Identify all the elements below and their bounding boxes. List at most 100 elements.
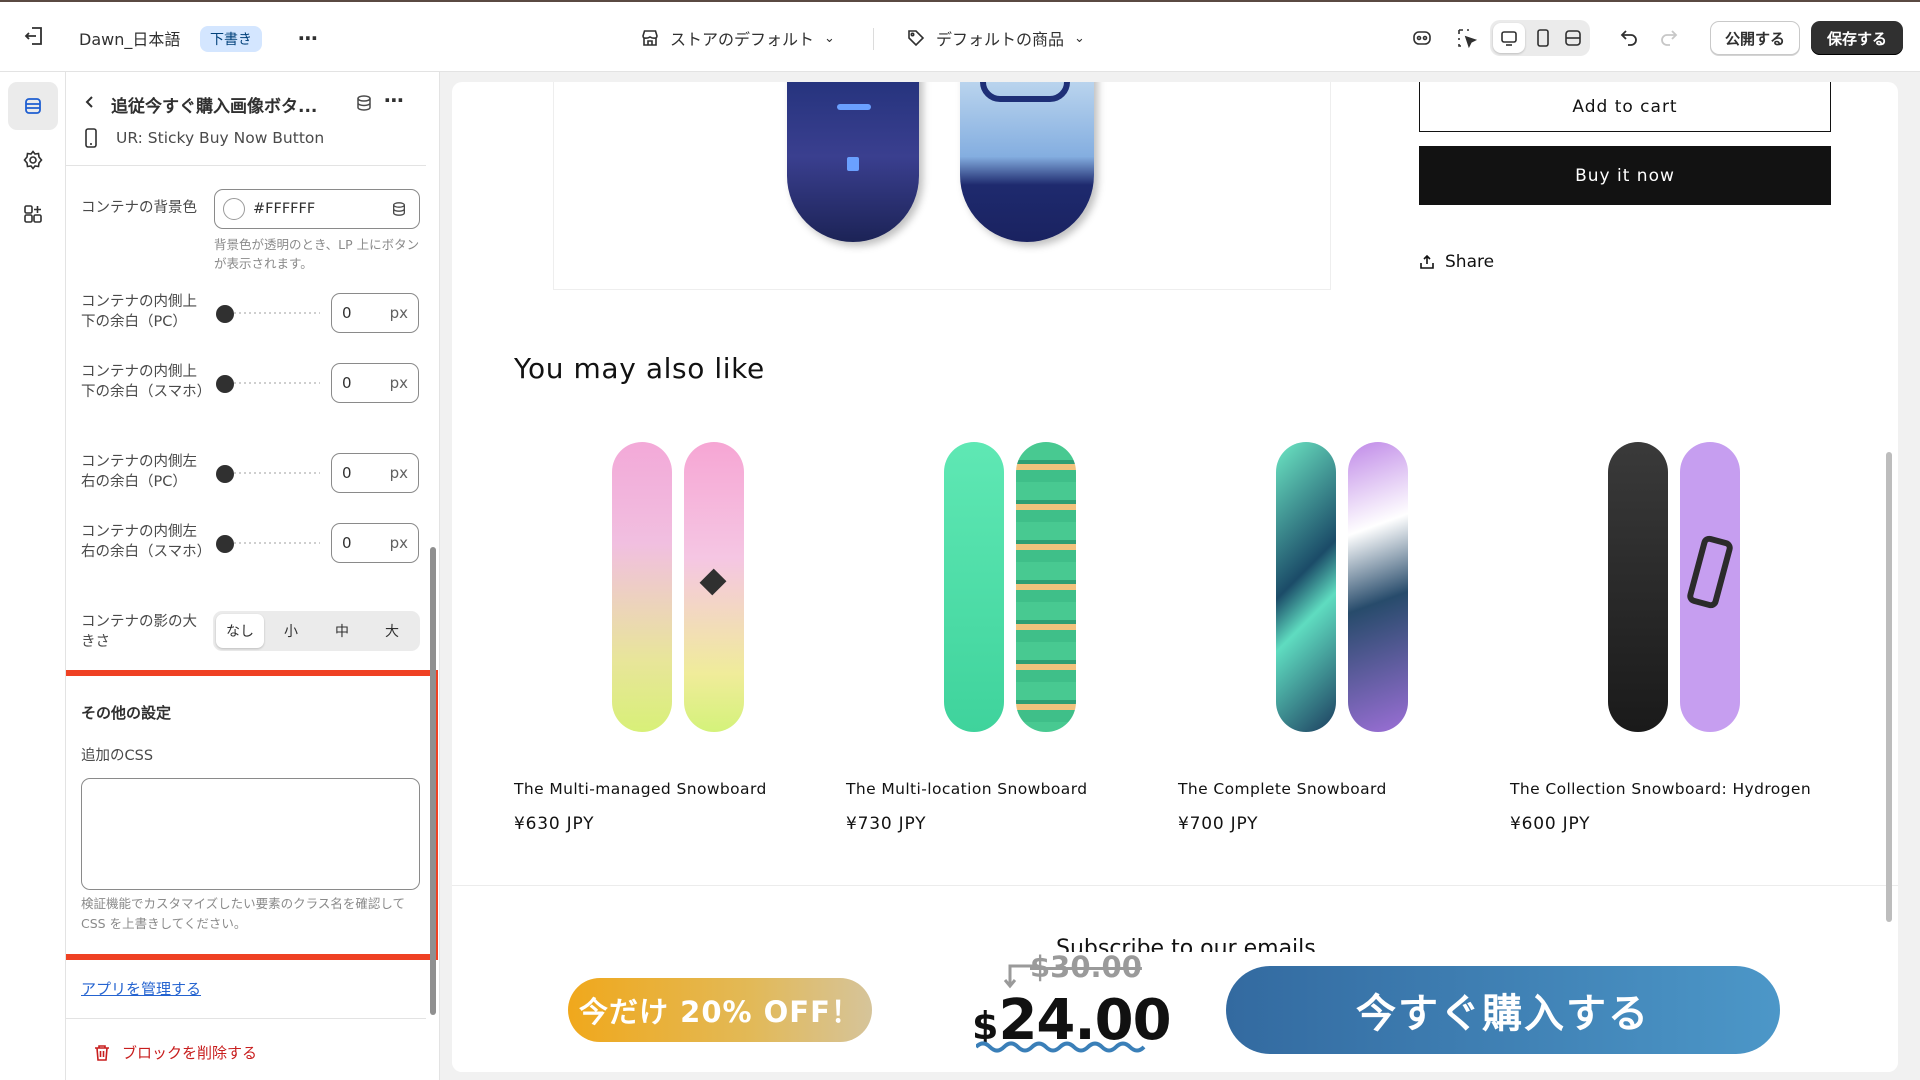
select-element-icon[interactable] [1455,26,1479,50]
product-name: The Multi-managed Snowboard [514,780,767,798]
settings-panel: 追従今すぐ購入画像ボタ... ⋯ UR: Sticky Buy Now Butt… [66,72,440,1080]
shadow-option-none[interactable]: なし [216,614,264,648]
back-icon[interactable] [82,94,98,110]
old-price: $30.00 [1030,950,1142,984]
product-price: ¥700 JPY [1178,814,1259,834]
inspector-icon[interactable] [1410,26,1434,50]
css-textarea[interactable] [81,778,420,890]
section-title: You may also like [514,352,765,385]
add-to-cart-button[interactable]: Add to cart [1419,82,1831,132]
padding-label-pc-horizontal: コンテナの内側左右の余白（PC） [81,454,197,490]
shadow-option-small[interactable]: 小 [267,614,315,648]
buy-now-button[interactable]: Buy it now [1419,146,1831,205]
padding-input[interactable]: 0 px [331,523,419,563]
desktop-view-icon[interactable] [1493,23,1525,53]
padding-input[interactable]: 0 px [331,453,419,493]
panel-more-icon[interactable]: ⋯ [384,88,404,112]
shadow-option-medium[interactable]: 中 [318,614,366,648]
preview-scrollbar[interactable] [1886,452,1892,922]
mobile-view-icon[interactable] [1528,23,1558,53]
divider [66,1018,426,1019]
product-card[interactable]: The Complete Snowboard ¥700 JPY [1178,420,1478,850]
shadow-option-large[interactable]: 大 [368,614,416,648]
product-card[interactable]: The Collection Snowboard: Hydrogen ¥600 … [1510,420,1812,850]
fullscreen-view-icon[interactable] [1558,23,1588,53]
product-name: The Collection Snowboard: Hydrogen [1510,780,1812,798]
padding-slider[interactable] [216,302,320,324]
padding-input[interactable]: 0 px [331,363,419,403]
sticky-buy-button[interactable]: 今すぐ購入する [1226,966,1780,1054]
store-icon [642,30,658,46]
undo-icon[interactable] [1618,26,1640,48]
product-image [514,420,814,750]
product-price: ¥600 JPY [1510,814,1591,834]
bg-color-help: 背景色が透明のとき、LP 上にボタンが表示されます。 [214,237,420,271]
panel-subtitle: UR: Sticky Buy Now Button [116,129,325,147]
product-image [846,420,1146,750]
bg-color-field[interactable]: #FFFFFF [214,189,420,229]
exit-icon[interactable] [22,24,46,48]
store-default-label: ストアのデフォルト [670,30,815,49]
product-default-label: デフォルトの商品 [936,30,1065,49]
padding-label-sp-horizontal: コンテナの内側左右の余白（スマホ） [81,524,212,560]
product-name: The Multi-location Snowboard [846,780,1088,798]
share-icon [1420,254,1434,269]
bg-color-value: #FFFFFF [253,201,316,217]
redo-icon[interactable] [1658,26,1680,48]
database-icon [393,202,405,216]
padding-slider[interactable] [216,372,320,394]
database-icon[interactable] [355,94,373,112]
discount-badge: 今だけ 20% OFF！ [568,978,872,1042]
shadow-segmented-control: なし 小 中 大 [213,611,420,651]
top-bar: Dawn_日本語 下書き ⋯ ストアのデフォルト ⌄ デフォルトの商品 ⌄ 公開… [0,0,1920,72]
snowboard-image [960,82,1094,242]
product-price: ¥630 JPY [514,814,595,834]
other-settings-title: その他の設定 [81,704,172,722]
product-default-selector[interactable]: デフォルトの商品 ⌄ [906,26,1085,50]
mobile-icon [84,128,98,148]
padding-label-sp-vertical: コンテナの内側上下の余白（スマホ） [81,364,212,400]
store-default-selector[interactable]: ストアのデフォルト ⌄ [640,26,835,50]
chevron-down-icon: ⌄ [824,30,835,46]
snowboard-image [787,82,919,242]
panel-scrollbar[interactable] [430,547,436,1015]
product-image-frame [553,82,1331,290]
viewport-toggle [1490,20,1590,56]
product-image [1178,420,1478,750]
more-icon[interactable]: ⋯ [298,26,318,50]
publish-button[interactable]: 公開する [1710,21,1801,55]
left-rail [0,72,66,1080]
product-image [1510,420,1810,750]
product-price: ¥730 JPY [846,814,927,834]
divider [873,28,874,50]
product-card[interactable]: The Multi-location Snowboard ¥730 JPY [846,420,1146,850]
apps-icon[interactable] [8,190,58,238]
css-label: 追加のCSS [81,748,154,764]
bg-color-label: コンテナの背景色 [81,200,197,216]
store-preview: Add to cart Buy it now Share You may als… [452,82,1898,1072]
settings-gear-icon[interactable] [8,136,58,184]
divider [66,165,426,166]
css-help: 検証機能でカスタマイズしたい要素のクラス名を確認して CSS を上書きしてくださ… [81,896,406,931]
save-button[interactable]: 保存する [1811,21,1904,55]
theme-name: Dawn_日本語 [79,30,181,49]
shadow-label: コンテナの影の大きさ [81,614,197,650]
manage-apps-link[interactable]: アプリを管理する [81,978,201,999]
product-card[interactable]: The Multi-managed Snowboard ¥630 JPY [514,420,814,850]
panel-title: 追従今すぐ購入画像ボタ... [111,97,318,117]
color-swatch[interactable] [223,198,245,220]
padding-slider[interactable] [216,462,320,484]
divider [452,885,1898,886]
sections-icon[interactable] [8,82,58,130]
delete-block-button[interactable]: ブロックを削除する [94,1042,257,1063]
trash-icon [95,1044,109,1061]
product-name: The Complete Snowboard [1178,780,1387,798]
padding-slider[interactable] [216,532,320,554]
padding-input[interactable]: 0 px [331,293,419,333]
chevron-down-icon: ⌄ [1074,30,1085,46]
wave-underline [976,1041,1146,1053]
tag-icon [908,30,925,47]
draft-badge: 下書き [200,26,262,52]
share-button[interactable]: Share [1419,252,1494,272]
padding-label-pc-vertical: コンテナの内側上下の余白（PC） [81,294,197,330]
